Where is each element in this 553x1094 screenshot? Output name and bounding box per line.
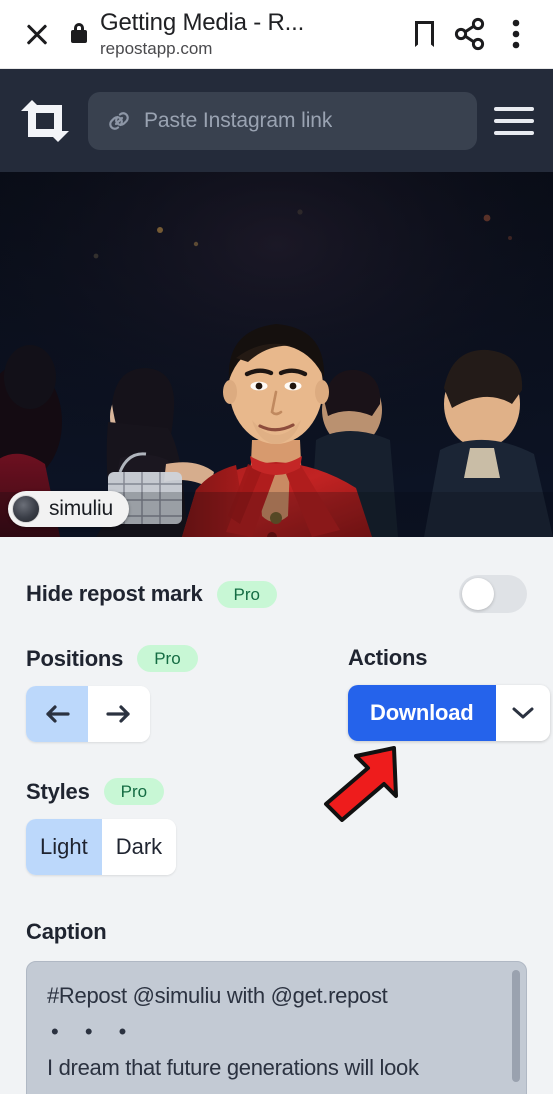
avatar [12, 495, 40, 523]
pro-badge: Pro [137, 645, 198, 672]
hamburger-menu-icon[interactable] [491, 104, 537, 138]
caption-line: #Repost @simuliu with @get.repost [47, 983, 388, 1008]
caption-line: upon this photo dump and assume I was [47, 1086, 496, 1094]
caption-line: I dream that future generations will loo… [47, 1055, 419, 1080]
chevron-down-icon [512, 707, 534, 719]
repost-icon[interactable] [16, 97, 74, 145]
app-header: Paste Instagram link [0, 69, 553, 172]
positions-label-group: Positions Pro [26, 645, 348, 672]
position-left-button[interactable] [26, 686, 88, 742]
caption-textarea[interactable]: #Repost @simuliu with @get.repost • • • … [26, 961, 527, 1094]
hide-repost-mark-label: Hide repost mark [26, 581, 203, 606]
link-icon [106, 108, 132, 134]
page-host: repostapp.com [100, 38, 213, 58]
more-vertical-icon[interactable] [493, 11, 539, 57]
browser-toolbar: Getting Media - R... repostapp.com [0, 0, 553, 69]
toggle-knob [462, 578, 494, 610]
caption-scrollbar[interactable] [512, 970, 520, 1082]
positions-segmented-control [26, 686, 150, 742]
pro-badge: Pro [103, 778, 165, 805]
style-light-button[interactable]: Light [26, 819, 102, 875]
instagram-link-input[interactable]: Paste Instagram link [88, 91, 477, 150]
styles-label: Styles [26, 778, 90, 804]
media-preview[interactable]: simuliu [0, 172, 553, 537]
repost-watermark: simuliu [8, 491, 129, 527]
actions-label-group: Actions [348, 645, 550, 671]
positions-label: Positions [26, 645, 124, 671]
positions-group: Positions Pro [26, 645, 348, 742]
link-placeholder: Paste Instagram link [144, 108, 333, 132]
controls-panel: Hide repost mark Pro Positions Pro Actio… [0, 537, 553, 1094]
caption-label-group: Caption [26, 919, 527, 945]
hide-repost-mark-row: Hide repost mark Pro [26, 537, 527, 613]
position-right-button[interactable] [88, 686, 150, 742]
styles-segmented-control: Light Dark [26, 819, 177, 875]
caption-line: • • • [51, 1019, 137, 1044]
download-dropdown-button[interactable] [495, 685, 550, 741]
preview-image [0, 172, 553, 537]
actions-group: Actions Download [348, 645, 550, 742]
styles-label-group: Styles Pro [26, 778, 527, 805]
close-icon[interactable] [20, 17, 54, 51]
actions-label: Actions [348, 645, 428, 670]
positions-actions-row: Positions Pro Actions Download [26, 645, 550, 742]
url-block[interactable]: Getting Media - R... repostapp.com [100, 9, 401, 60]
hide-repost-mark-label-group: Hide repost mark Pro [26, 580, 277, 608]
page-title: Getting Media - R... [100, 8, 305, 36]
pro-badge: Pro [216, 580, 277, 608]
arrow-right-icon [106, 705, 130, 723]
hide-repost-mark-toggle[interactable] [459, 575, 527, 613]
watermark-username: simuliu [49, 497, 113, 520]
download-button[interactable]: Download [348, 685, 496, 741]
caption-label: Caption [26, 919, 107, 944]
app-screen: Getting Media - R... repostapp.com Paste… [0, 0, 553, 1094]
lock-icon [68, 21, 90, 47]
bookmark-icon[interactable] [401, 11, 447, 57]
arrow-left-icon [46, 705, 70, 723]
download-button-group: Download [348, 685, 550, 741]
share-icon[interactable] [447, 11, 493, 57]
style-dark-button[interactable]: Dark [101, 819, 177, 875]
